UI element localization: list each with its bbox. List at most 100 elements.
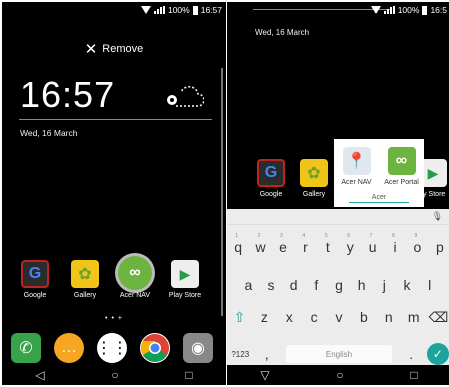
app-gallery[interactable]: ✿ Gallery bbox=[296, 159, 332, 198]
backspace-key[interactable]: ⌫ bbox=[426, 309, 449, 326]
home-icon[interactable]: ○ bbox=[336, 368, 343, 382]
key-v[interactable]: v bbox=[327, 309, 352, 326]
acer-portal-icon: ∞ bbox=[387, 147, 416, 175]
key-i[interactable]: 8i bbox=[384, 233, 406, 255]
key-f[interactable]: f bbox=[305, 277, 328, 293]
suggestion-strip: 🎙 bbox=[227, 209, 449, 225]
wifi-icon bbox=[370, 6, 381, 14]
key-c[interactable]: c bbox=[302, 309, 327, 326]
app-drawer-icon[interactable]: ⋮⋮ bbox=[96, 333, 128, 363]
key-o[interactable]: 9o bbox=[406, 233, 428, 255]
battery-icon bbox=[192, 5, 198, 15]
remove-drop-target[interactable]: ✕ Remove bbox=[2, 40, 226, 58]
app-label: Play Store bbox=[168, 292, 202, 299]
status-bar: 100% 16:5 bbox=[227, 2, 449, 18]
wifi-icon bbox=[140, 6, 151, 14]
key-b[interactable]: b bbox=[351, 309, 376, 326]
weather-gear-icon[interactable] bbox=[162, 84, 204, 110]
widget-divider bbox=[19, 119, 212, 120]
remove-label: Remove bbox=[102, 43, 144, 55]
folder-popup: 📍 Acer NAV ∞ Acer Portal Acer bbox=[334, 139, 424, 207]
status-time: 16:5 bbox=[430, 5, 447, 15]
folder-rename-screen: 100% 16:5 Wed, 16 March G Google ✿ Galle… bbox=[227, 2, 449, 385]
app-label: Google bbox=[23, 292, 47, 299]
key-h[interactable]: h bbox=[350, 277, 373, 293]
key-s[interactable]: s bbox=[260, 277, 283, 293]
google-icon: G bbox=[21, 260, 49, 288]
key-r[interactable]: 4r bbox=[294, 233, 316, 255]
back-icon[interactable]: ▽ bbox=[260, 368, 269, 382]
battery-icon bbox=[422, 5, 428, 15]
clock-widget-time[interactable]: 16:57 bbox=[20, 74, 115, 116]
gallery-icon: ✿ bbox=[71, 260, 99, 288]
app-acer-portal[interactable]: ∞ Acer Portal bbox=[379, 147, 424, 186]
app-label: Gallery bbox=[302, 191, 326, 198]
key-g[interactable]: g bbox=[328, 277, 351, 293]
key-q[interactable]: 1q bbox=[227, 233, 249, 255]
app-label: Gallery bbox=[73, 292, 97, 299]
home-screen-edit: 100% 16:57 ✕ Remove 16:57 Wed, 16 March G… bbox=[2, 2, 226, 385]
app-acer-nav[interactable]: 📍 Acer NAV bbox=[334, 147, 379, 186]
app-label: Google bbox=[259, 191, 283, 198]
gallery-icon: ✿ bbox=[300, 159, 328, 187]
key-j[interactable]: j bbox=[373, 277, 396, 293]
symbols-key[interactable]: ?123 bbox=[227, 350, 254, 359]
battery-percent: 100% bbox=[397, 5, 420, 15]
key-d[interactable]: d bbox=[282, 277, 305, 293]
key-y[interactable]: 6y bbox=[339, 233, 361, 255]
recents-icon[interactable]: □ bbox=[410, 368, 417, 382]
home-icon[interactable]: ○ bbox=[111, 368, 118, 382]
key-row-3: ⇧ z x c v b n m ⌫ bbox=[227, 309, 449, 326]
hangouts-icon[interactable]: … bbox=[54, 333, 84, 363]
key-a[interactable]: a bbox=[237, 277, 260, 293]
chrome-icon[interactable] bbox=[140, 333, 170, 363]
close-icon: ✕ bbox=[84, 41, 98, 58]
acer-nav-icon: 📍 bbox=[342, 147, 371, 175]
battery-percent: 100% bbox=[167, 5, 190, 15]
key-m[interactable]: m bbox=[401, 309, 426, 326]
recents-icon[interactable]: □ bbox=[185, 368, 192, 382]
period-key[interactable]: . bbox=[398, 346, 425, 362]
back-icon[interactable]: ◁ bbox=[35, 368, 44, 382]
status-time: 16:57 bbox=[200, 5, 222, 15]
page-indicator: • • + bbox=[105, 315, 123, 322]
key-k[interactable]: k bbox=[396, 277, 419, 293]
play-store-icon: ▶ bbox=[171, 260, 199, 288]
app-play-store[interactable]: ▶ Play Store bbox=[160, 260, 210, 299]
folder-name-input[interactable]: Acer bbox=[334, 194, 424, 203]
phone-icon[interactable]: ✆ bbox=[11, 333, 41, 363]
status-bar: 100% 16:57 bbox=[2, 2, 226, 18]
google-icon: G bbox=[257, 159, 285, 187]
space-key[interactable]: English bbox=[286, 345, 392, 363]
key-z[interactable]: z bbox=[252, 309, 277, 326]
camera-icon[interactable]: ◉ bbox=[183, 333, 213, 363]
signal-icon bbox=[383, 6, 395, 14]
signal-icon bbox=[153, 6, 165, 14]
mic-icon[interactable]: 🎙 bbox=[432, 211, 443, 222]
key-e[interactable]: 3e bbox=[272, 233, 294, 255]
app-label: Acer NAV bbox=[341, 179, 372, 186]
nav-bar: ◁ ○ □ bbox=[2, 365, 226, 385]
keyboard: 🎙 1q 2w 3e 4r 5t 6y 7u 8i 9o p a s d f g… bbox=[227, 209, 449, 385]
shift-key[interactable]: ⇧ bbox=[227, 309, 252, 326]
app-gallery[interactable]: ✿ Gallery bbox=[60, 260, 110, 299]
scroll-indicator bbox=[221, 68, 223, 316]
enter-key[interactable]: ✓ bbox=[426, 343, 449, 365]
key-x[interactable]: x bbox=[277, 309, 302, 326]
app-google[interactable]: G Google bbox=[10, 260, 60, 299]
comma-key[interactable]: , bbox=[254, 346, 281, 362]
key-l[interactable]: l bbox=[418, 277, 441, 293]
nav-bar: ▽ ○ □ bbox=[227, 365, 449, 385]
key-u[interactable]: 7u bbox=[361, 233, 383, 255]
acer-nav-icon: ∞ bbox=[118, 256, 152, 290]
app-label: Acer NAV bbox=[119, 292, 151, 299]
app-acer-nav-dragging[interactable]: ∞ Acer NAV bbox=[110, 256, 160, 299]
key-w[interactable]: 2w bbox=[249, 233, 271, 255]
app-google[interactable]: G Google bbox=[246, 159, 296, 198]
dock: ✆ … ⋮⋮ ◉ bbox=[11, 333, 213, 363]
key-t[interactable]: 5t bbox=[317, 233, 339, 255]
key-n[interactable]: n bbox=[376, 309, 401, 326]
clock-widget-date: Wed, 16 March bbox=[20, 128, 78, 138]
app-label: Acer Portal bbox=[384, 179, 419, 186]
key-p[interactable]: p bbox=[429, 239, 449, 255]
